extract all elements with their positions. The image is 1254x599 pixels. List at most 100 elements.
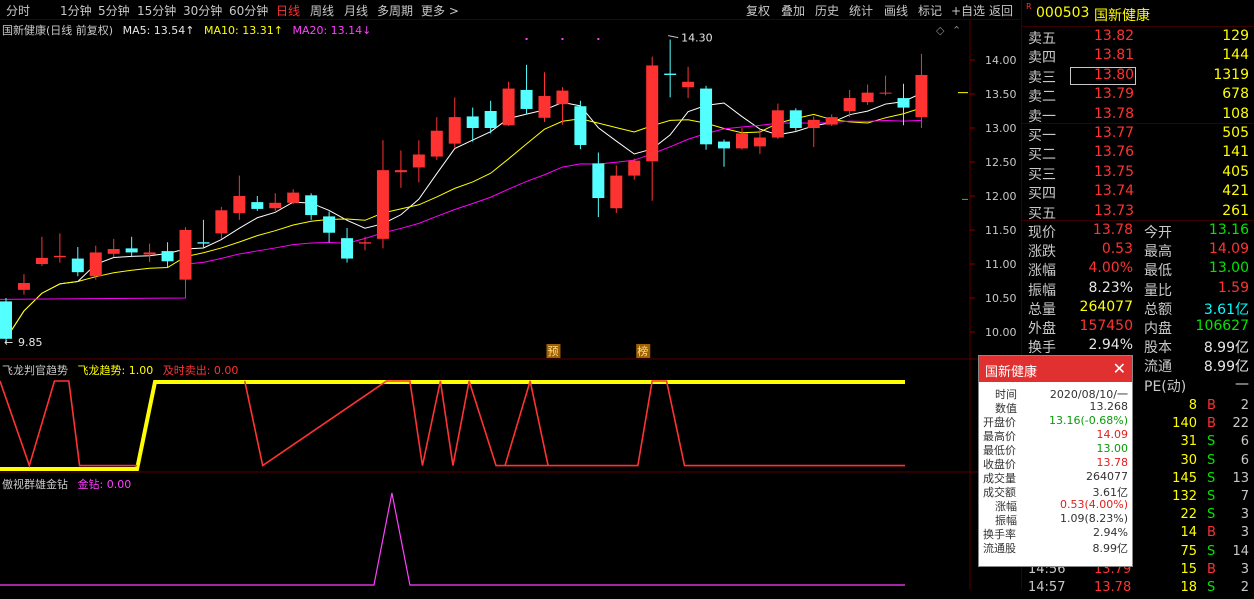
bid-volume: 141 [1222,144,1249,161]
ask-row[interactable]: 卖二 13.79 678 [1022,86,1254,105]
candle-body [789,110,802,128]
toolbar-button-1[interactable]: 叠加 [781,2,805,19]
ask-row[interactable]: 卖四 13.81 144 [1022,47,1254,66]
tick-volume: 22 [1180,507,1197,523]
close-icon[interactable]: ✕ [1113,359,1126,378]
toolbar-button-7[interactable]: 返回 [989,2,1013,19]
popup-value: 13.16(-0.68%) [1049,414,1128,427]
candle-body [0,301,12,339]
period-tab-5[interactable]: 60分钟 [229,2,268,19]
y-tick-label: 10.00 [985,326,1017,339]
period-tab-7[interactable]: 周线 [310,2,334,19]
toolbar-button-3[interactable]: 统计 [849,2,873,19]
candle-body [610,175,623,209]
tick-side: S [1207,543,1216,559]
toolbar-button-4[interactable]: 画线 [884,2,908,19]
stat-label: 振幅 [1028,282,1056,299]
candlestick-chart[interactable]: 14.00 13.50 13.00 12.50 12.00 11.50 11.00 10.50… [0,20,1020,360]
tick-side: B [1207,561,1216,577]
stat-label: 量比 [1144,282,1172,299]
popup-row: 数值 13.268 [979,400,1132,415]
popup-row: 收盘价 13.78 [979,456,1132,471]
stats-row: 外盘 157450 内盘 106627 [1022,318,1254,337]
period-tab-9[interactable]: 多周期 [377,2,413,19]
stat-value: 1.59 [1217,279,1249,296]
period-tab-0[interactable]: 分时 [6,2,30,19]
candle-body [592,163,605,199]
y-tick-label: 13.00 [985,122,1017,135]
toolbar-button-2[interactable]: 历史 [815,2,839,19]
period-tab-1[interactable]: 1分钟 [60,2,92,19]
candle-body [269,202,282,209]
diamond-line [0,492,905,586]
candle-body [700,88,713,145]
bid-row[interactable]: 买四 13.74 421 [1022,183,1254,202]
candle-body [915,74,928,118]
ask-row[interactable]: 卖五 13.82 129 [1022,28,1254,47]
ask-label: 卖三 [1028,69,1056,86]
period-tab-2[interactable]: 5分钟 [98,2,130,19]
ask-price: 13.82 [1094,28,1135,44]
stats-row: 现价 13.78 今开 13.16 [1022,222,1254,241]
ma20-line [0,119,922,300]
low-arrow: ← [4,336,13,349]
stat-label: 涨跌 [1028,244,1056,261]
tick-side: S [1207,507,1216,523]
stock-header: R 000503 国新健康 [1026,2,1254,24]
candle-body [771,110,784,138]
candle-body [233,196,246,213]
tick-volume: 132 [1172,489,1197,504]
popup-row: 成交量 264077 [979,470,1132,485]
popup-row: 成交额 3.61亿 [979,484,1132,499]
stat-label: 流通 [1144,359,1172,376]
stat-label: 涨幅 [1028,263,1056,280]
tick-volume: 75 [1180,543,1197,559]
y-tick-label: 11.50 [985,224,1017,237]
toolbar-button-5[interactable]: 标记 [918,2,942,19]
bid-row[interactable]: 买一 13.77 505 [1022,125,1254,144]
ask-label: 卖二 [1028,89,1056,106]
candle-body [412,154,425,168]
y-tick-label: 12.00 [985,190,1017,203]
ask-price: 13.79 [1094,86,1135,103]
sell-series-label: 及时卖出: 0.00 [162,364,239,377]
ask-row[interactable]: 卖一 13.78 108 [1022,106,1254,125]
bid-row[interactable]: 买二 13.76 141 [1022,144,1254,163]
candle-body [646,65,659,162]
ask-price: 13.81 [1094,47,1135,64]
candle-body [682,81,695,88]
popup-row: 开盘价 13.16(-0.68%) [979,414,1132,429]
ask-row[interactable]: 卖三 13.80 1319 [1022,66,1254,86]
stat-value: 13.16 [1208,222,1249,238]
stat-value: 0.53 [1101,241,1133,258]
diamond-indicator-name: 傲视群雄金钻 [2,478,68,491]
diamond-indicator-panel[interactable] [0,473,1020,589]
popup-row: 最高价 14.09 [979,428,1132,443]
candle-body [753,137,766,147]
stat-value: 2.94% [1088,337,1133,354]
bid-row[interactable]: 买五 13.73 261 [1022,203,1254,222]
stat-label: 今开 [1144,225,1172,241]
ma5-label: MA5: 13.54↑ [122,24,195,37]
stat-value: 8.99亿 [1203,340,1249,357]
high-label: 14.30 [681,32,713,45]
popup-value: 14.09 [1096,428,1129,441]
bid-row[interactable]: 买三 13.75 405 [1022,164,1254,183]
candle-body [664,73,677,75]
period-tab-3[interactable]: 15分钟 [137,2,176,19]
period-tab-6[interactable]: 日线 [276,2,300,19]
popup-value: 264077 [1086,470,1128,483]
tick-side: B [1207,525,1216,541]
period-tab-10[interactable]: 更多 > [421,2,459,19]
candle-body [89,252,102,277]
toolbar-button-6[interactable]: +自选 [951,2,985,19]
tick-count: 6 [1240,452,1249,468]
candle-body [502,88,515,126]
sell-line [0,380,905,469]
stat-label: 总额 [1144,301,1172,318]
stat-label: 内盘 [1144,321,1172,337]
period-tab-8[interactable]: 月线 [344,2,368,19]
sell-line-spike [504,380,549,466]
toolbar-button-0[interactable]: 复权 [746,2,770,19]
period-tab-4[interactable]: 30分钟 [183,2,222,19]
